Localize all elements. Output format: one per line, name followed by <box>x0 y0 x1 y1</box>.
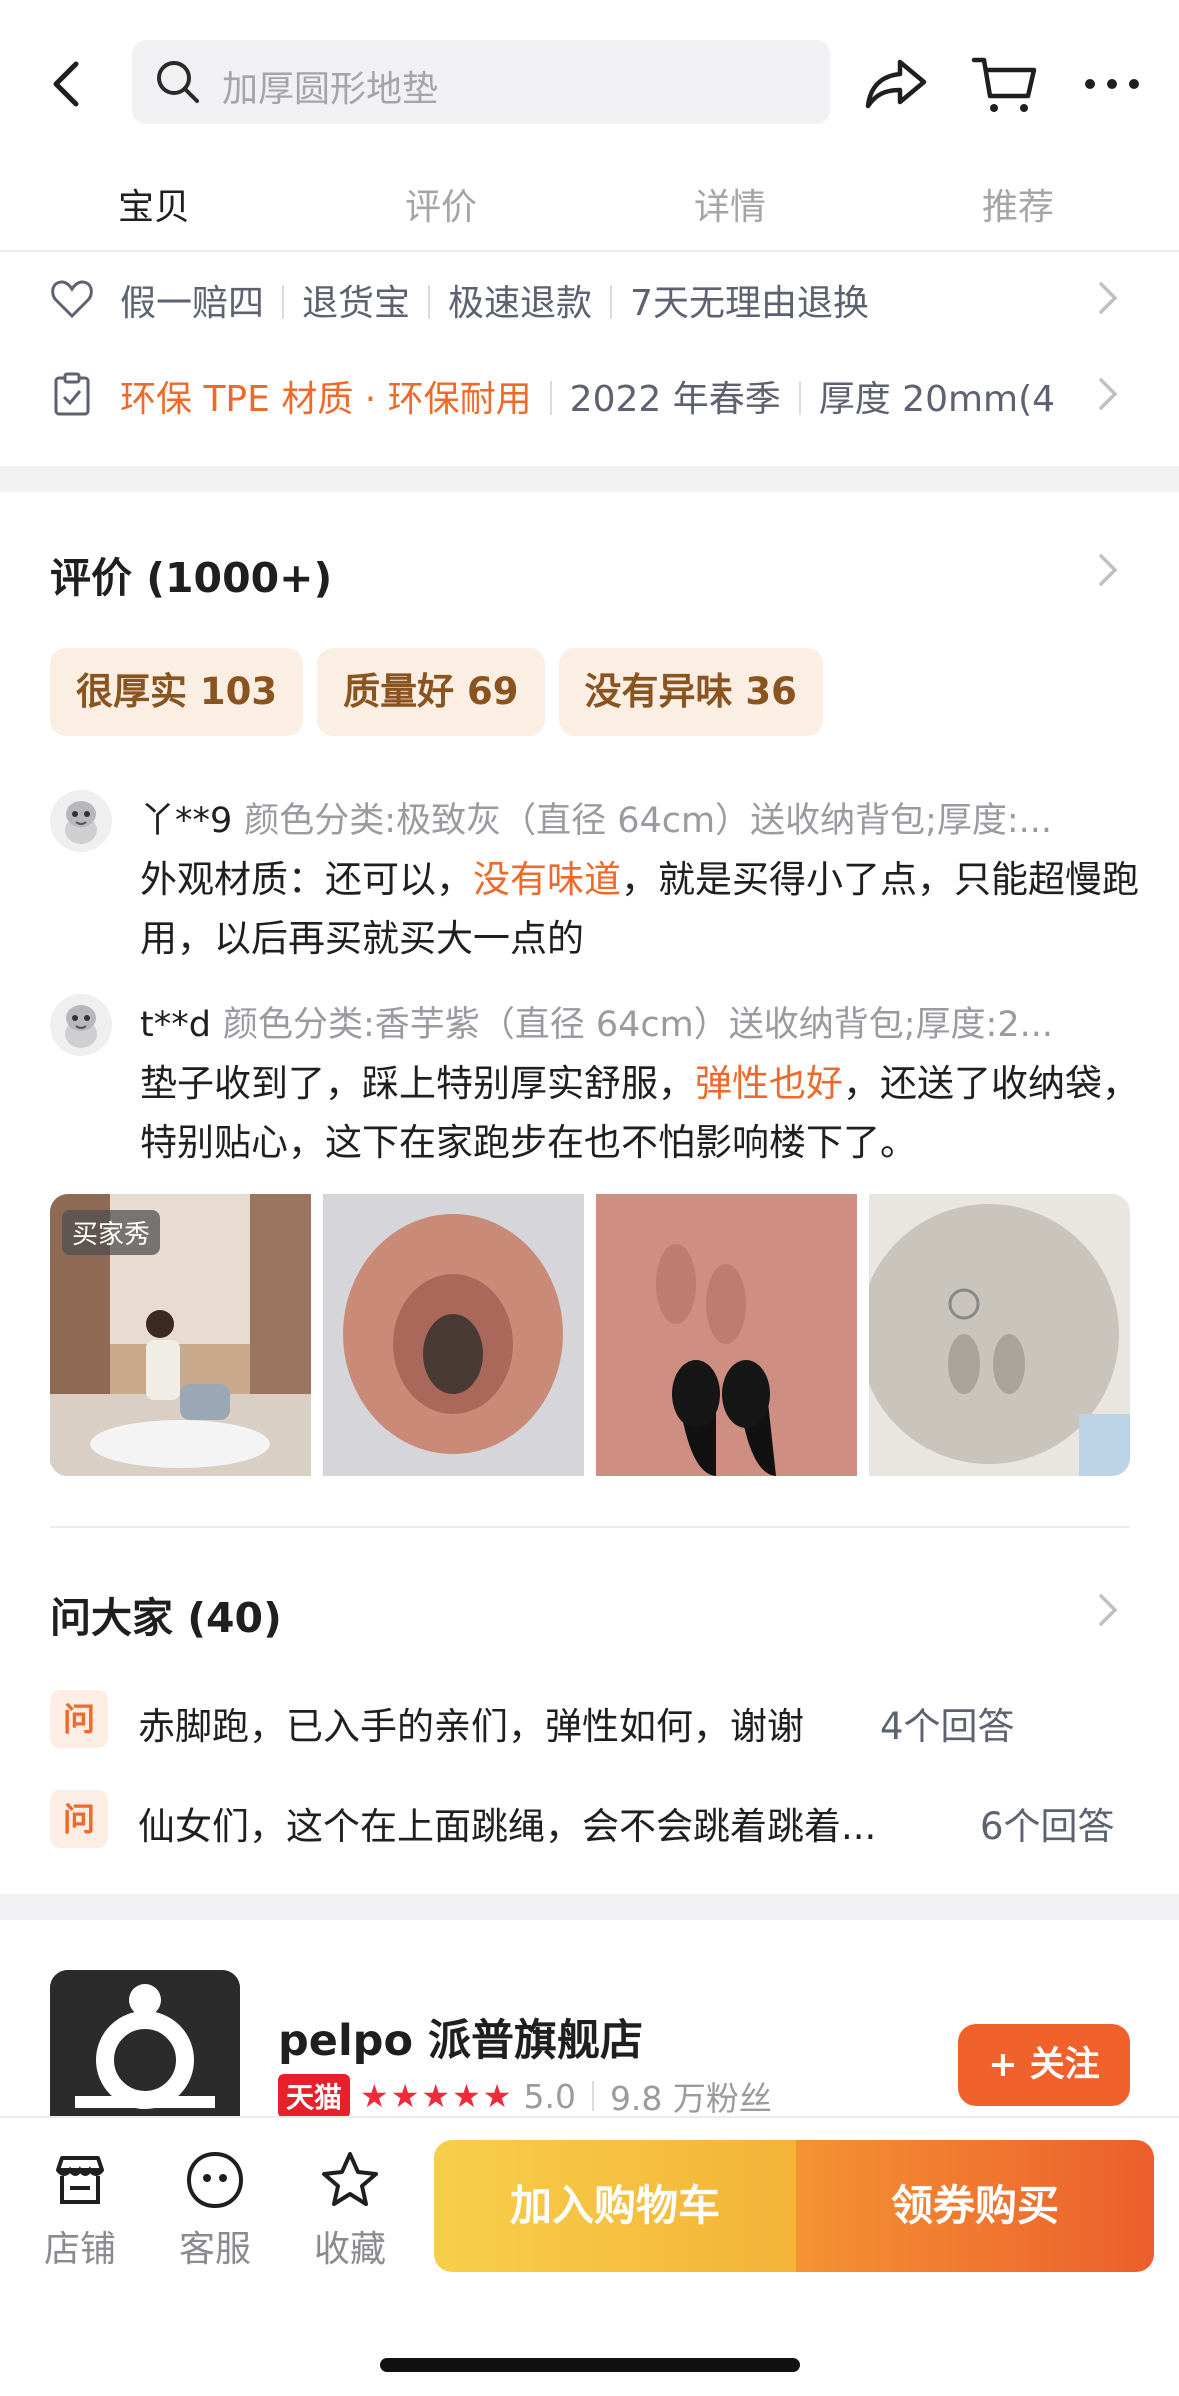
customer-service-button[interactable]: 客服 <box>165 2148 265 2272</box>
tmall-badge: 天猫 <box>278 2074 351 2118</box>
buyer-show-badge: 买家秀 <box>62 1210 161 1255</box>
section-divider <box>0 1894 1179 1920</box>
tab-reviews[interactable]: 评价 <box>405 178 477 230</box>
chevron-right-icon[interactable] <box>1097 1592 1119 1628</box>
star-rating-icon: ★★★★★ <box>360 2077 514 2115</box>
bottom-action-bar: 店铺 客服 收藏 加入购物车 领券购买 <box>0 2116 1179 2396</box>
chevron-right-icon <box>1099 378 1118 410</box>
home-indicator <box>380 2358 800 2372</box>
follow-button[interactable]: + 关注 <box>958 2024 1130 2106</box>
tab-bar: 宝贝 评价 详情 推荐 <box>0 160 1179 252</box>
share-icon[interactable] <box>860 48 932 120</box>
guarantee-fake-refund: 假一赔四 <box>120 283 265 324</box>
question-badge: 问 <box>50 1690 108 1748</box>
review-item[interactable]: 丫**9 颜色分类:极致灰（直径 64cm）送收纳背包;厚度:... 外观材质：还… <box>50 790 1139 960</box>
store-rating: 5.0 <box>523 2076 576 2116</box>
favorite-label: 收藏 <box>313 2229 386 2270</box>
question-badge: 问 <box>50 1790 108 1848</box>
answer-count: 6个回答 <box>980 1805 1115 1848</box>
top-bar: 加厚圆形地垫 <box>0 40 1179 126</box>
star-icon <box>322 2152 378 2206</box>
review-highlight: 没有味道 <box>473 858 621 901</box>
qa-title[interactable]: 问大家 (40) <box>50 1584 282 1644</box>
heart-icon <box>51 280 93 319</box>
shop-button[interactable]: 店铺 <box>30 2148 130 2272</box>
param-thickness: 厚度 20mm(4 <box>818 379 1056 420</box>
more-icon[interactable] <box>1076 48 1148 120</box>
store-name[interactable]: pelpo 派普旗舰店 <box>278 2006 643 2068</box>
buy-with-coupon-button[interactable]: 领券购买 <box>796 2140 1154 2272</box>
divider <box>50 1526 1130 1528</box>
review-username: t**d <box>140 1005 211 1045</box>
answer-count: 4个回答 <box>880 1705 1015 1748</box>
service-label: 客服 <box>178 2229 251 2270</box>
review-tag[interactable]: 很厚实 103 <box>50 648 304 736</box>
review-tag[interactable]: 质量好 69 <box>317 648 545 736</box>
tab-recommend[interactable]: 推荐 <box>982 178 1054 230</box>
review-username: 丫**9 <box>140 801 233 841</box>
params-row[interactable]: 环保 TPE 材质 · 环保耐用 2022 年春季 厚度 20mm(4 <box>0 352 1179 432</box>
review-text: 垫子收到了，踩上特别厚实舒服，弹性也好，还送了收纳袋，特别贴心，这下在家跑步在也… <box>140 1062 1139 1164</box>
reviews-title[interactable]: 评价 (1000+) <box>50 544 332 604</box>
tab-baobei[interactable]: 宝贝 <box>118 178 190 230</box>
review-spec: 颜色分类:极致灰（直径 64cm）送收纳背包;厚度:... <box>244 801 1053 841</box>
shop-icon <box>56 2156 104 2204</box>
param-material: 环保 TPE 材质 · 环保耐用 <box>120 379 532 420</box>
review-photo[interactable] <box>869 1194 1130 1476</box>
guarantee-fast-refund: 极速退款 <box>448 283 593 324</box>
store-logo[interactable] <box>50 1970 240 2120</box>
review-photo[interactable]: 买家秀 <box>50 1194 311 1476</box>
clipboard-icon <box>54 372 90 416</box>
store-fans: 9.8 万粉丝 <box>609 2079 772 2118</box>
tab-details[interactable]: 详情 <box>694 178 766 230</box>
search-icon <box>157 61 199 103</box>
param-season: 2022 年春季 <box>569 379 781 420</box>
avatar <box>50 790 112 852</box>
section-divider <box>0 466 1179 492</box>
chevron-right-icon[interactable] <box>1097 552 1119 588</box>
back-arrow-icon[interactable] <box>44 58 92 110</box>
review-spec: 颜色分类:香芋紫（直径 64cm）送收纳背包;厚度:2... <box>222 1005 1053 1045</box>
review-item[interactable]: t**d 颜色分类:香芋紫（直径 64cm）送收纳背包;厚度:2... 垫子收到了… <box>50 994 1139 1164</box>
review-tag[interactable]: 没有异味 36 <box>558 648 823 736</box>
review-photo[interactable] <box>596 1194 857 1476</box>
qa-item[interactable]: 问 赤脚跑，已入手的亲们，弹性如何，谢谢 4个回答 <box>50 1688 1130 1748</box>
review-text: 外观材质：还可以，没有味道，就是买得小了点，只能超慢跑用，以后再买就买大一点的 <box>140 858 1139 960</box>
question-text: 赤脚跑，已入手的亲们，弹性如何，谢谢 <box>138 1705 804 1748</box>
chevron-right-icon <box>1099 282 1118 314</box>
guarantee-7day-return: 7天无理由退换 <box>630 283 869 324</box>
store-meta: 天猫 ★★★★★ 5.0 9.8 万粉丝 <box>278 2072 772 2120</box>
favorite-button[interactable]: 收藏 <box>300 2148 400 2272</box>
question-text: 仙女们，这个在上面跳绳，会不会跳着跳着... <box>138 1805 877 1848</box>
avatar <box>50 994 112 1056</box>
qa-item[interactable]: 问 仙女们，这个在上面跳绳，会不会跳着跳着... 6个回答 <box>50 1788 1130 1848</box>
search-input[interactable]: 加厚圆形地垫 <box>222 60 438 112</box>
chat-face-icon <box>186 2151 244 2209</box>
review-highlight: 弹性也好 <box>695 1062 843 1105</box>
guarantee-row[interactable]: 假一赔四 退货宝 极速退款 7天无理由退换 <box>0 256 1179 336</box>
review-photo[interactable] <box>323 1194 584 1476</box>
cart-icon[interactable] <box>968 48 1040 120</box>
search-bar[interactable]: 加厚圆形地垫 <box>132 40 830 124</box>
review-photos: 买家秀 <box>50 1194 1130 1476</box>
add-to-cart-button[interactable]: 加入购物车 <box>434 2140 796 2272</box>
guarantee-return-insurance: 退货宝 <box>302 283 411 324</box>
shop-label: 店铺 <box>43 2229 116 2270</box>
review-tags: 很厚实 103 质量好 69 没有异味 36 <box>50 648 837 736</box>
